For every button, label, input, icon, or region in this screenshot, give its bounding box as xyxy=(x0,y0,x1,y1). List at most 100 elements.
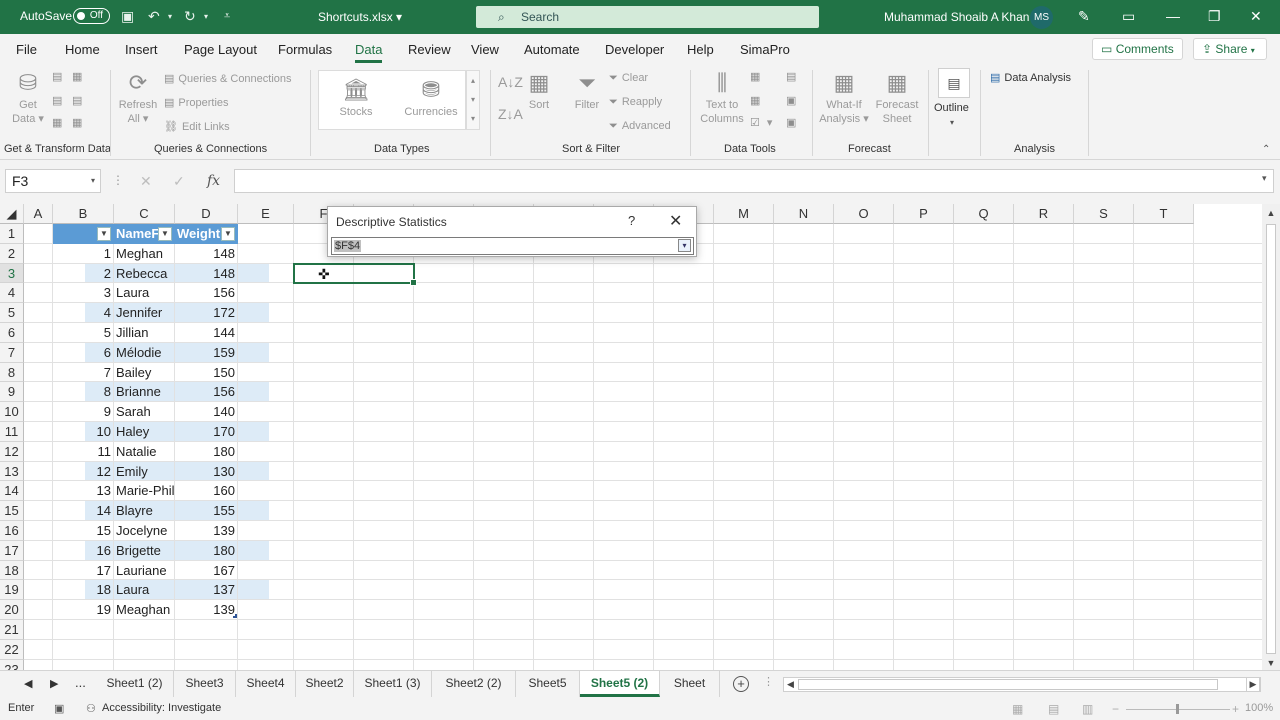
save-icon[interactable]: ▣ xyxy=(121,8,134,25)
table-cell-name[interactable]: Laura xyxy=(114,283,175,303)
table-cell-name[interactable]: Brigette xyxy=(114,541,175,561)
get-data-button[interactable]: ⛁ Get Data ▾ xyxy=(8,70,48,126)
column-header-a[interactable]: A xyxy=(24,204,53,224)
table-cell-index[interactable]: 18 xyxy=(53,580,114,600)
table-cell-weight[interactable]: 130 xyxy=(175,462,238,482)
table-cell-weight[interactable]: 172 xyxy=(175,303,238,323)
column-header-t[interactable]: T xyxy=(1134,204,1194,224)
row-header-7[interactable]: 7 xyxy=(0,342,24,363)
filter-dropdown-icon[interactable]: ▼ xyxy=(221,227,235,241)
table-cell-name[interactable]: Natalie xyxy=(114,442,175,462)
sheet-tab[interactable]: Sheet2 xyxy=(296,671,354,697)
menu-data[interactable]: Data xyxy=(355,42,383,63)
minimize-icon[interactable]: — xyxy=(1166,8,1180,24)
properties-button[interactable]: ▤ Properties xyxy=(164,96,229,109)
zoom-out-icon[interactable]: − xyxy=(1112,702,1119,716)
scroll-thumb[interactable] xyxy=(1266,224,1276,654)
data-validation-icon[interactable]: ☑ ▾ xyxy=(750,116,772,129)
table-cell-weight[interactable]: 148 xyxy=(175,264,238,284)
refresh-all-button[interactable]: ⟳ Refresh All ▾ xyxy=(116,70,160,126)
outline-icon[interactable]: ▤ xyxy=(938,68,970,98)
undo-icon[interactable]: ↶ xyxy=(148,8,160,25)
undo-dropdown-icon[interactable]: ▾ xyxy=(168,12,172,21)
pen-icon[interactable]: ✎ xyxy=(1078,8,1090,25)
flash-fill-icon[interactable]: ▦ xyxy=(750,70,764,83)
menu-view[interactable]: View xyxy=(471,42,499,57)
table-cell-index[interactable]: 1 xyxy=(53,244,114,264)
advanced-button[interactable]: ⏷ Advanced xyxy=(609,120,671,133)
table-cell-index[interactable]: 10 xyxy=(53,422,114,442)
table-cell-index[interactable]: 2 xyxy=(53,264,114,284)
table-cell-index[interactable]: 6 xyxy=(53,343,114,363)
table-cell-index[interactable]: 9 xyxy=(53,402,114,422)
table-cell-weight[interactable]: 155 xyxy=(175,501,238,521)
row-header-16[interactable]: 16 xyxy=(0,521,24,541)
table-cell-index[interactable]: 16 xyxy=(53,541,114,561)
row-header-21[interactable]: 21 xyxy=(0,620,24,640)
table-cell-name[interactable]: Jennifer xyxy=(114,303,175,323)
sheet-tab[interactable]: Sheet1 (3) xyxy=(354,671,432,697)
help-button[interactable]: ? xyxy=(628,213,635,228)
expand-formula-icon[interactable]: ▾ xyxy=(1262,173,1267,184)
table-cell-name[interactable]: Meaghan xyxy=(114,600,175,620)
table-cell-index[interactable]: 12 xyxy=(53,462,114,482)
table-cell-weight[interactable]: 140 xyxy=(175,402,238,422)
next-sheet-icon[interactable]: ▶ xyxy=(50,677,58,690)
row-header-18[interactable]: 18 xyxy=(0,560,24,581)
table-cell-weight[interactable]: 156 xyxy=(175,283,238,303)
table-cell-weight[interactable]: 180 xyxy=(175,442,238,462)
zoom-level[interactable]: 100% xyxy=(1245,702,1273,714)
restore-icon[interactable]: ❐ xyxy=(1208,8,1221,25)
row-header-2[interactable]: 2 xyxy=(0,243,24,264)
menu-simapro[interactable]: SimaPro xyxy=(740,42,790,57)
row-header-22[interactable]: 22 xyxy=(0,639,24,660)
sheet-tab[interactable]: Sheet4 xyxy=(236,671,296,697)
range-input[interactable]: $F$4 ▾ xyxy=(331,237,694,255)
row-header-9[interactable]: 9 xyxy=(0,382,24,403)
data-analysis-button[interactable]: ▤ Data Analysis xyxy=(990,71,1071,84)
share-button[interactable]: ⇪ Share ▾ xyxy=(1193,38,1267,60)
sheet-tab[interactable]: Sheet5 xyxy=(516,671,580,697)
row-header-11[interactable]: 11 xyxy=(0,422,24,442)
table-cell-name[interactable]: Laura xyxy=(114,580,175,600)
table-cell-weight[interactable]: 156 xyxy=(175,382,238,402)
macro-record-icon[interactable]: ▣ xyxy=(54,702,64,715)
filter-dropdown-icon[interactable]: ▼ xyxy=(158,227,172,241)
row-header-23[interactable]: 23 xyxy=(0,659,24,670)
column-header-d[interactable]: D xyxy=(175,204,238,224)
menu-developer[interactable]: Developer xyxy=(605,42,664,57)
row-header-4[interactable]: 4 xyxy=(0,283,24,304)
selected-cell[interactable] xyxy=(293,262,417,287)
accessibility-status[interactable]: Accessibility: Investigate xyxy=(102,702,221,714)
table-cell-name[interactable]: Mélodie xyxy=(114,343,175,363)
add-sheet-icon[interactable]: + xyxy=(733,676,749,692)
table-cell-name[interactable]: Brianne xyxy=(114,382,175,402)
queries-connections-button[interactable]: ▤ Queries & Connections xyxy=(164,72,292,85)
table-cell-index[interactable]: 13 xyxy=(53,481,114,501)
redo-icon[interactable]: ↻ xyxy=(184,8,196,25)
relationships-icon[interactable]: ▣ xyxy=(786,94,800,107)
redo-dropdown-icon[interactable]: ▾ xyxy=(204,12,208,21)
table-cell-index[interactable]: 7 xyxy=(53,363,114,383)
table-cell-name[interactable]: Jillian xyxy=(114,323,175,343)
menu-review[interactable]: Review xyxy=(408,42,451,57)
zoom-in-icon[interactable]: + xyxy=(1232,702,1239,716)
collapse-ribbon-icon[interactable]: ⌃ xyxy=(1262,144,1270,155)
table-cell-weight[interactable]: 144 xyxy=(175,323,238,343)
table-cell-name[interactable]: Rebecca xyxy=(114,264,175,284)
name-box[interactable]: F3 ▾ xyxy=(5,169,101,193)
outline-dropdown-icon[interactable]: ▾ xyxy=(950,118,954,127)
vertical-scrollbar[interactable]: ▲ ▼ xyxy=(1262,204,1280,670)
table-cell-name[interactable]: Blayre xyxy=(114,501,175,521)
table-cell-weight[interactable]: 148 xyxy=(175,244,238,264)
table-resize-handle[interactable] xyxy=(233,614,237,618)
remove-duplicates-icon[interactable]: ▦ xyxy=(750,94,764,107)
table-cell-weight[interactable]: 139 xyxy=(175,600,238,620)
sheet-tab[interactable]: Sheet xyxy=(660,671,720,697)
insert-function-icon[interactable]: fx xyxy=(207,173,220,189)
autosave-toggle[interactable]: Off xyxy=(73,8,110,24)
page-break-view-icon[interactable]: ▥ xyxy=(1082,702,1093,716)
column-header-q[interactable]: Q xyxy=(954,204,1014,224)
row-header-10[interactable]: 10 xyxy=(0,402,24,422)
column-header-n[interactable]: N xyxy=(774,204,834,224)
